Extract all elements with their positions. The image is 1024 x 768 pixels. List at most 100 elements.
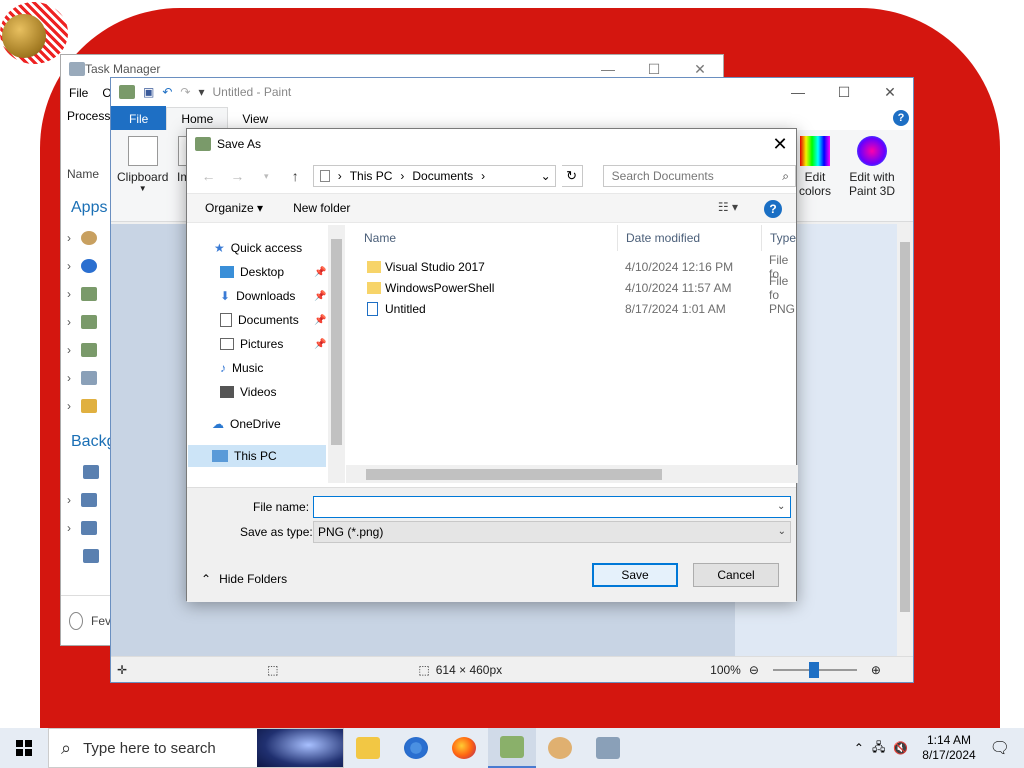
chevron-right-icon[interactable]: ›	[67, 371, 71, 385]
chevron-down-icon[interactable]: ⌄	[777, 501, 785, 512]
help-icon[interactable]: ?	[764, 200, 782, 218]
taskbar-task-manager[interactable]	[584, 728, 632, 768]
chevron-right-icon[interactable]: ›	[400, 169, 404, 183]
scrollbar-thumb[interactable]	[366, 469, 662, 480]
tab-processes[interactable]: Process	[67, 109, 110, 123]
zoom-in-icon[interactable]: ⊕	[871, 663, 881, 677]
notifications-icon[interactable]: 🗨	[990, 738, 1010, 758]
up-icon[interactable]: ↑	[284, 168, 307, 184]
scrollbar-thumb[interactable]	[900, 242, 910, 612]
process-row[interactable]	[67, 461, 111, 483]
chevron-right-icon[interactable]: ›	[67, 343, 71, 357]
tab-home[interactable]: Home	[166, 107, 229, 130]
save-button[interactable]: Save	[592, 563, 678, 587]
process-row[interactable]: ›	[67, 395, 111, 417]
hide-folders-button[interactable]: ⌃ Hide Folders	[201, 572, 287, 586]
nav-music[interactable]: ♪ Music	[220, 357, 263, 379]
chevron-down-icon[interactable]: ⌄	[537, 169, 555, 183]
file-name-input[interactable]	[313, 496, 791, 518]
tab-file[interactable]: File	[111, 106, 167, 130]
zoom-slider-thumb[interactable]	[808, 661, 819, 678]
file-row[interactable]: Untitled 8/17/2024 1:01 AM PNG	[346, 298, 798, 319]
breadcrumb-this-pc[interactable]: This PC	[350, 169, 393, 183]
taskbar-firefox[interactable]	[440, 728, 488, 768]
file-row[interactable]: Visual Studio 2017 4/10/2024 12:16 PM Fi…	[346, 253, 798, 281]
back-icon[interactable]: ←	[197, 168, 220, 184]
nav-this-pc[interactable]: This PC	[188, 445, 326, 467]
customize-toolbar-icon[interactable]: ▾	[198, 85, 204, 99]
minimize-icon[interactable]: —	[775, 84, 821, 101]
maximize-icon[interactable]: ☐	[631, 61, 677, 78]
close-icon[interactable]: ✕	[677, 61, 723, 78]
start-button[interactable]	[0, 728, 48, 768]
scrollbar-thumb[interactable]	[331, 239, 342, 445]
clipboard-group[interactable]: Clipboard ▼	[117, 136, 168, 193]
nav-documents[interactable]: Documents 📌	[220, 309, 326, 331]
navigation-scrollbar[interactable]	[328, 225, 345, 483]
new-folder-button[interactable]: New folder	[293, 201, 350, 215]
process-row[interactable]: ›	[67, 311, 111, 333]
vertical-scrollbar[interactable]	[897, 224, 913, 658]
file-row[interactable]: WindowsPowerShell 4/10/2024 11:57 AM Fil…	[346, 274, 798, 302]
nav-pictures[interactable]: Pictures 📌	[220, 333, 326, 355]
process-row[interactable]: ›	[67, 227, 111, 249]
fewer-details-button[interactable]: Fev	[61, 595, 111, 645]
taskbar-paint[interactable]	[488, 728, 536, 768]
cancel-button[interactable]: Cancel	[693, 563, 779, 587]
horizontal-scrollbar[interactable]	[346, 465, 798, 483]
recent-locations-icon[interactable]: ▾	[255, 171, 278, 182]
maximize-icon[interactable]: ☐	[821, 84, 867, 101]
clock[interactable]: 1:14 AM 8/17/2024	[916, 733, 981, 763]
forward-icon[interactable]: →	[226, 168, 249, 184]
volume-muted-icon[interactable]: 🔇	[893, 741, 908, 755]
chevron-right-icon[interactable]: ›	[67, 287, 71, 301]
taskbar-file-explorer[interactable]	[344, 728, 392, 768]
undo-icon[interactable]: ↶	[162, 85, 172, 99]
column-header-type[interactable]: Type	[762, 225, 798, 251]
edit-colors-button[interactable]: Edit colors	[799, 136, 831, 198]
chevron-right-icon[interactable]: ›	[67, 259, 71, 273]
taskbar-search[interactable]: ⌕ Type here to search	[48, 728, 344, 768]
nav-desktop[interactable]: Desktop 📌	[220, 261, 326, 283]
nav-quick-access[interactable]: ★ Quick access	[214, 237, 302, 259]
taskbar-user-app[interactable]	[536, 728, 584, 768]
process-row[interactable]: ›	[67, 283, 111, 305]
chevron-right-icon[interactable]: ›	[67, 231, 71, 245]
search-input[interactable]: Search Documents ⌕	[602, 165, 796, 187]
help-icon[interactable]: ?	[893, 110, 909, 126]
network-icon[interactable]: 🖧	[872, 738, 885, 759]
column-header-name[interactable]: Name	[346, 225, 618, 251]
save-icon[interactable]: ▣	[143, 85, 154, 99]
zoom-slider[interactable]	[772, 661, 857, 678]
process-row[interactable]	[67, 545, 111, 567]
refresh-icon[interactable]: ↻	[561, 165, 583, 187]
tab-view[interactable]: View	[228, 108, 282, 130]
column-header-date[interactable]: Date modified	[618, 225, 762, 251]
chevron-right-icon[interactable]: ›	[67, 399, 71, 413]
process-row[interactable]: ›	[67, 255, 111, 277]
process-row[interactable]: ›	[67, 339, 111, 361]
nav-downloads[interactable]: ⬇ Downloads 📌	[220, 285, 326, 307]
save-as-type-select[interactable]: PNG (*.png) ⌄	[313, 521, 791, 543]
chevron-right-icon[interactable]: ›	[67, 521, 71, 535]
organize-button[interactable]: Organize ▾	[205, 201, 263, 215]
paste-icon[interactable]	[127, 136, 158, 166]
address-bar[interactable]: › This PC › Documents › ⌄	[312, 165, 556, 187]
redo-icon[interactable]: ↷	[180, 85, 190, 99]
process-row[interactable]: ›	[67, 517, 111, 539]
task-manager-menu-file[interactable]: File	[69, 86, 88, 100]
taskbar-chrome[interactable]	[392, 728, 440, 768]
chevron-right-icon[interactable]: ›	[481, 169, 485, 183]
nav-videos[interactable]: Videos	[220, 381, 276, 403]
close-icon[interactable]: ✕	[867, 84, 913, 101]
chevron-right-icon[interactable]: ›	[67, 493, 71, 507]
column-name[interactable]: Name	[67, 167, 99, 181]
chevron-up-icon[interactable]: ⌃	[854, 741, 864, 755]
process-row[interactable]: ›	[67, 367, 111, 389]
chevron-right-icon[interactable]: ›	[338, 169, 342, 183]
nav-onedrive[interactable]: ☁ OneDrive	[212, 413, 281, 435]
minimize-icon[interactable]: —	[585, 61, 631, 78]
change-view-icon[interactable]: ☷ ▾	[718, 200, 738, 214]
edit-with-paint-3d-button[interactable]: Edit with Paint 3D	[849, 136, 895, 198]
close-icon[interactable]: ✕	[764, 134, 796, 155]
